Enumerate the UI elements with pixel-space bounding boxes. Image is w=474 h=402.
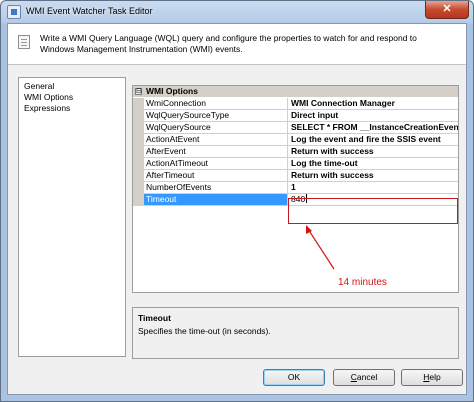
property-value[interactable]: Log the time-out bbox=[289, 158, 458, 169]
close-button[interactable]: ✕ bbox=[425, 1, 469, 19]
ok-button[interactable]: OK bbox=[263, 369, 325, 386]
nav-item-expressions[interactable]: Expressions bbox=[24, 103, 70, 114]
collapse-toggle-icon[interactable]: ⊟ bbox=[135, 88, 142, 95]
description-text: Specifies the time-out (in seconds). bbox=[138, 326, 271, 336]
nav-item-general[interactable]: General bbox=[24, 81, 54, 92]
property-row[interactable]: WqlQuerySource SELECT * FROM __InstanceC… bbox=[133, 122, 458, 134]
help-button[interactable]: Help bbox=[401, 369, 463, 386]
dialog-body: General WMI Options Expressions ⊟ WMI Op… bbox=[8, 65, 466, 363]
dialog-footer: OK Cancel Help bbox=[8, 363, 466, 394]
dialog-header: Write a WMI Query Language (WQL) query a… bbox=[8, 24, 466, 64]
property-value[interactable]: SELECT * FROM __InstanceCreationEvent WI… bbox=[289, 122, 458, 133]
property-value[interactable]: Return with success bbox=[289, 170, 458, 181]
property-row[interactable]: ActionAtTimeout Log the time-out bbox=[133, 158, 458, 170]
category-label: WMI Options bbox=[146, 86, 198, 96]
property-value[interactable]: Log the event and fire the SSIS event bbox=[289, 134, 458, 145]
document-icon bbox=[18, 35, 30, 49]
property-name[interactable]: WqlQuerySourceType bbox=[144, 110, 288, 121]
property-value[interactable]: 1 bbox=[289, 182, 458, 193]
help-rest: elp bbox=[429, 372, 441, 382]
description-title: Timeout bbox=[138, 313, 171, 323]
property-name[interactable]: ActionAtTimeout bbox=[144, 158, 288, 169]
dialog-client: Write a WMI Query Language (WQL) query a… bbox=[7, 23, 467, 395]
property-name[interactable]: WmiConnection bbox=[144, 98, 288, 109]
window-title: WMI Event Watcher Task Editor bbox=[26, 6, 153, 16]
property-value[interactable]: Return with success bbox=[289, 146, 458, 157]
property-row[interactable]: WqlQuerySourceType Direct input bbox=[133, 110, 458, 122]
property-row[interactable]: ActionAtEvent Log the event and fire the… bbox=[133, 134, 458, 146]
property-grid: ⊟ WMI Options WmiConnection WMI Connecti… bbox=[132, 85, 459, 293]
property-name[interactable]: ActionAtEvent bbox=[144, 134, 288, 145]
title-bar[interactable]: WMI Event Watcher Task Editor ✕ bbox=[1, 1, 473, 23]
dialog-window: WMI Event Watcher Task Editor ✕ Write a … bbox=[0, 0, 474, 402]
property-name[interactable]: AfterEvent bbox=[144, 146, 288, 157]
property-description-panel: Timeout Specifies the time-out (in secon… bbox=[132, 307, 459, 359]
property-name[interactable]: NumberOfEvents bbox=[144, 182, 288, 193]
cancel-rest: ancel bbox=[356, 372, 378, 382]
property-row[interactable]: WmiConnection WMI Connection Manager bbox=[133, 98, 458, 110]
cancel-button[interactable]: Cancel bbox=[333, 369, 395, 386]
task-editor-icon bbox=[7, 5, 21, 19]
property-name[interactable]: AfterTimeout bbox=[144, 170, 288, 181]
highlight-box bbox=[288, 198, 458, 224]
header-description: Write a WMI Query Language (WQL) query a… bbox=[40, 33, 417, 54]
annotation-label: 14 minutes bbox=[338, 277, 387, 288]
property-row[interactable]: NumberOfEvents 1 bbox=[133, 182, 458, 194]
property-value[interactable]: WMI Connection Manager bbox=[289, 98, 458, 109]
property-row[interactable]: AfterTimeout Return with success bbox=[133, 170, 458, 182]
property-value[interactable]: Direct input bbox=[289, 110, 458, 121]
property-name[interactable]: WqlQuerySource bbox=[144, 122, 288, 133]
property-row[interactable]: AfterEvent Return with success bbox=[133, 146, 458, 158]
nav-item-wmi-options[interactable]: WMI Options bbox=[24, 92, 73, 103]
category-row: ⊟ WMI Options bbox=[133, 86, 458, 97]
page-list: General WMI Options Expressions bbox=[18, 77, 126, 357]
property-name[interactable]: Timeout bbox=[144, 194, 288, 205]
